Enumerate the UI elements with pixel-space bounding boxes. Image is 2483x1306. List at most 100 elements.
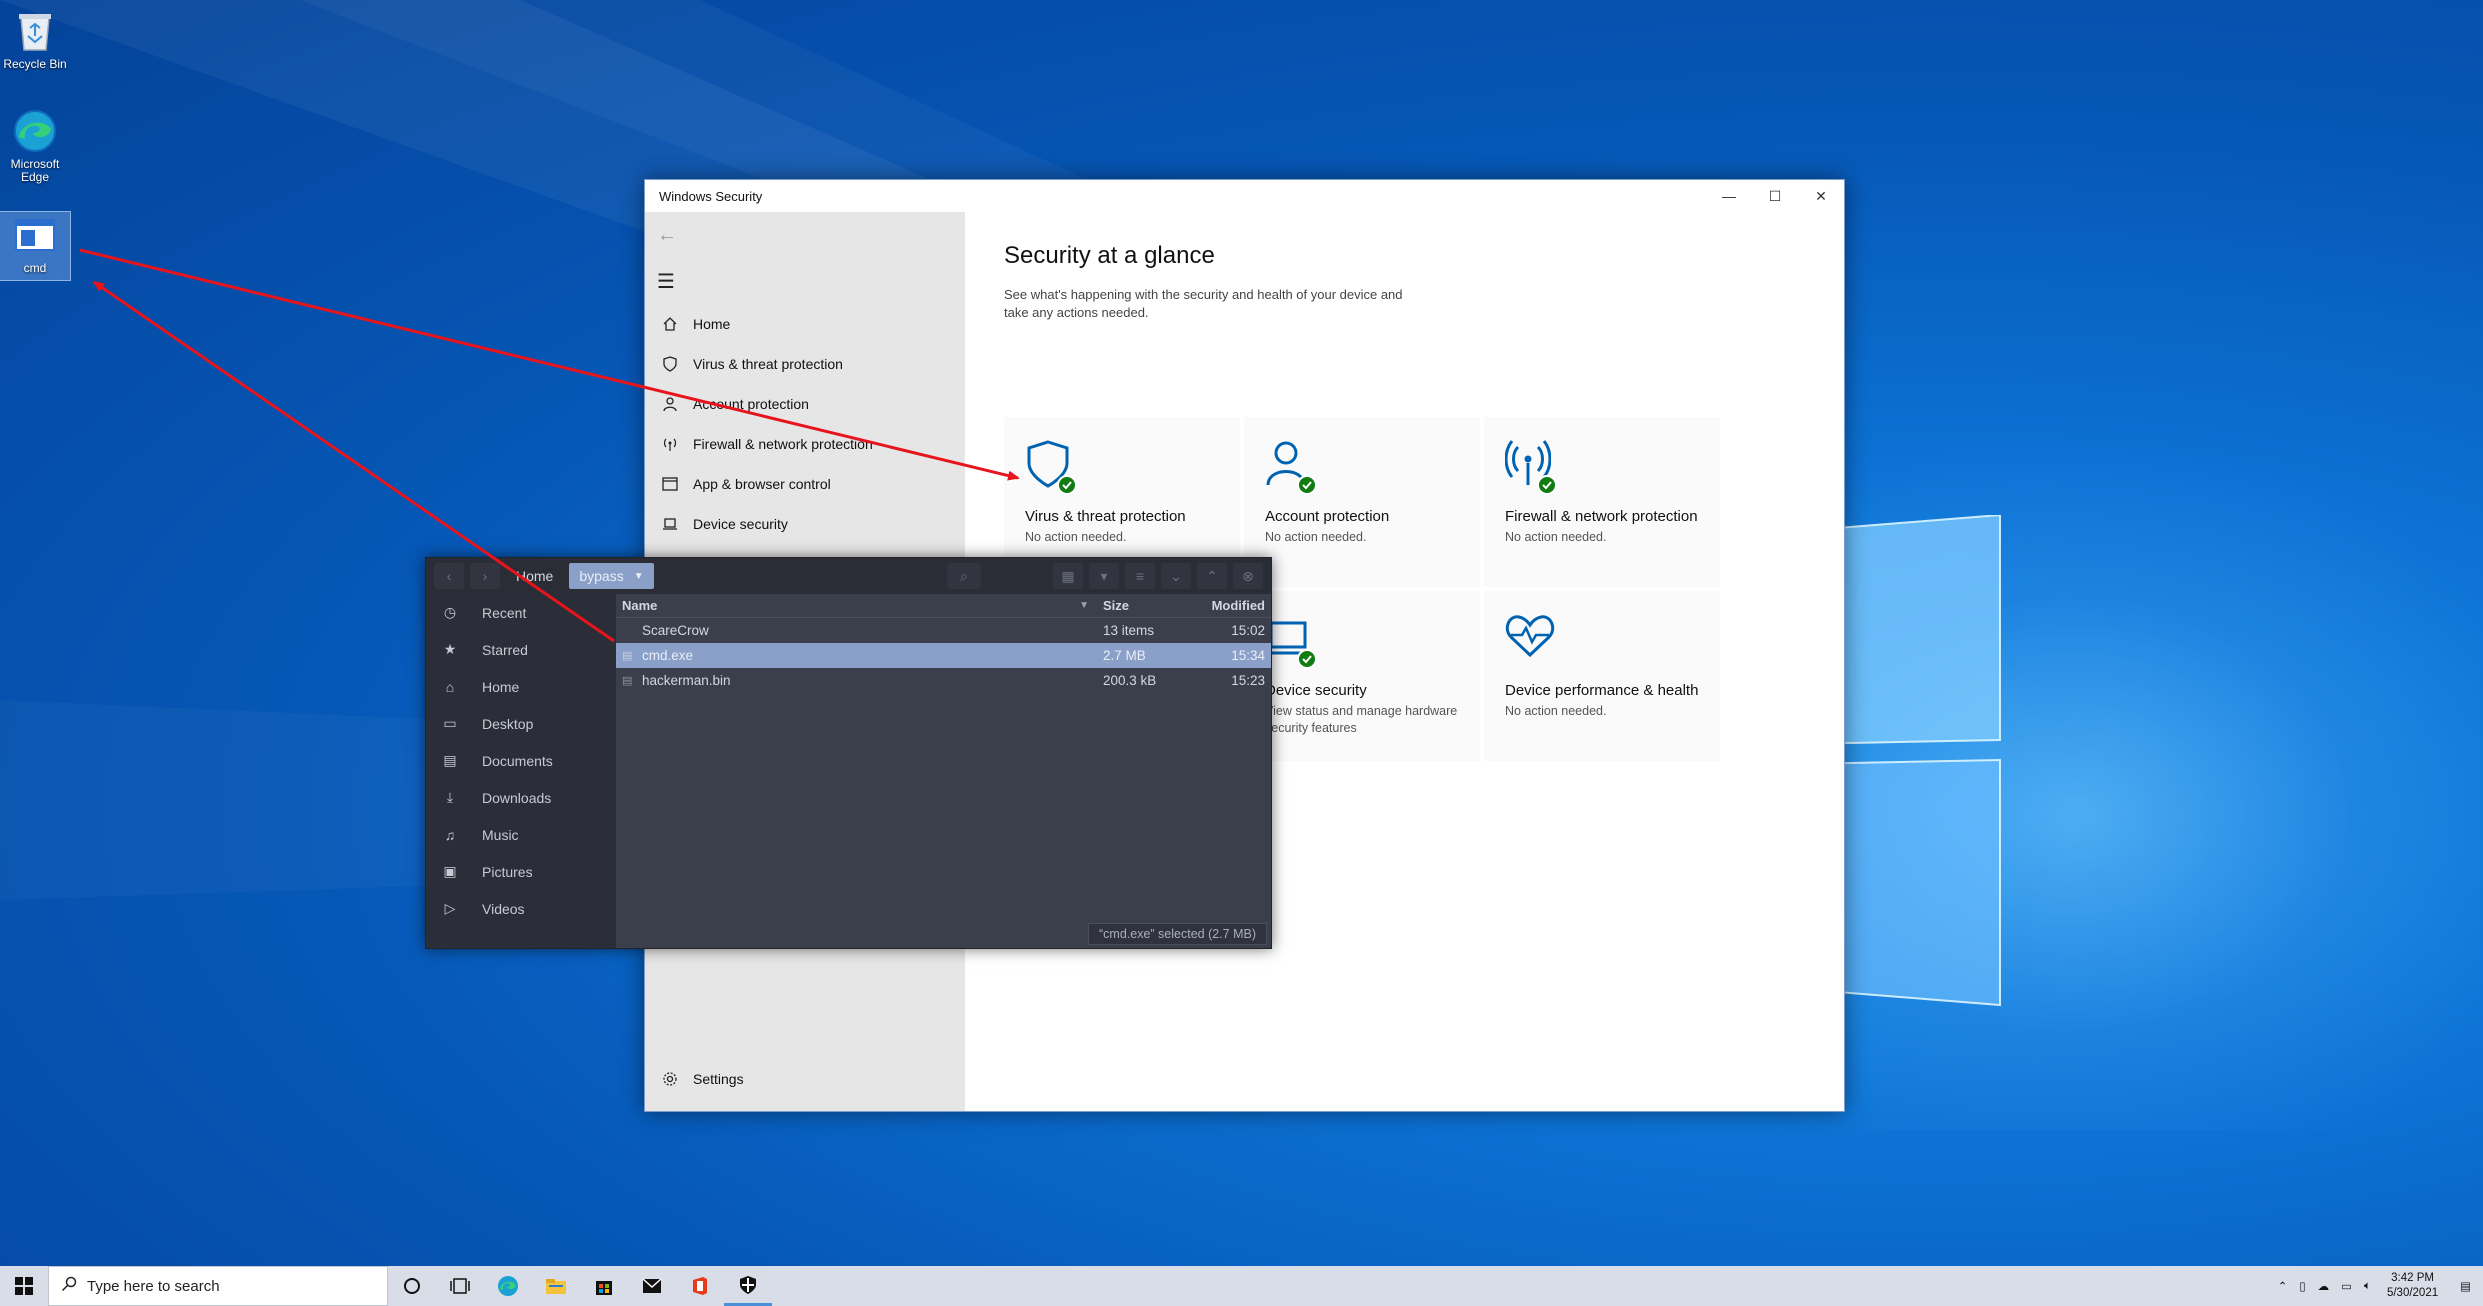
file-list: Name ▼ Size Modified ScareCrow 13 items 1… bbox=[616, 594, 1271, 948]
file-icon: ▤ bbox=[622, 650, 633, 662]
volume-mute-icon[interactable]: 🔈︎ bbox=[2358, 1280, 2377, 1293]
file-row[interactable]: ▤ hackerman.bin 200.3 kB 15:23 bbox=[616, 668, 1271, 693]
edge-icon bbox=[12, 108, 58, 154]
sidebar-label: Pictures bbox=[482, 863, 533, 880]
cortana-icon[interactable] bbox=[388, 1266, 436, 1306]
column-size[interactable]: Size bbox=[1103, 598, 1203, 613]
device-icon[interactable]: ▯ bbox=[2293, 1279, 2311, 1293]
mail-icon[interactable] bbox=[628, 1266, 676, 1306]
breadcrumb-bypass[interactable]: bypass ▼ bbox=[569, 563, 654, 589]
nav-item-account[interactable]: Account protection bbox=[645, 384, 965, 424]
forward-button[interactable]: › bbox=[470, 563, 500, 589]
system-tray: ⌃ ▯ ☁ ▭ 🔈︎ 3:42 PM 5/30/2021 ▤ bbox=[2272, 1266, 2483, 1306]
laptop-icon bbox=[1265, 613, 1321, 673]
store-icon[interactable] bbox=[580, 1266, 628, 1306]
desktop-icon-recycle-bin[interactable]: Recycle Bin bbox=[0, 8, 70, 71]
close-button[interactable]: ✕ bbox=[1798, 180, 1844, 212]
tile-firewall[interactable]: Firewall & network protection No action … bbox=[1484, 417, 1720, 587]
close-icon[interactable]: ⊗ bbox=[1233, 563, 1263, 589]
person-icon bbox=[1265, 439, 1321, 499]
grid-view-icon[interactable]: ▦ bbox=[1053, 563, 1083, 589]
nav-label: Firewall & network protection bbox=[693, 436, 873, 452]
nav-item-home[interactable]: Home bbox=[645, 304, 965, 344]
column-name[interactable]: Name ▼ bbox=[616, 598, 1103, 613]
menu-icon[interactable]: ≡ bbox=[1125, 563, 1155, 589]
title-bar: Windows Security — ☐ ✕ bbox=[645, 180, 1844, 212]
recycle-bin-icon bbox=[12, 8, 58, 54]
file-size: 13 items bbox=[1103, 623, 1155, 638]
sidebar-label: Home bbox=[482, 678, 520, 695]
nav-item-settings[interactable]: Settings bbox=[645, 1059, 744, 1099]
sidebar-item-pictures[interactable]: ▣ Pictures bbox=[426, 853, 616, 890]
checkmark-icon bbox=[1537, 475, 1557, 495]
task-view-icon[interactable] bbox=[436, 1266, 484, 1306]
sidebar-item-desktop[interactable]: ▭ Desktop bbox=[426, 705, 616, 742]
nav-item-device-security[interactable]: Device security bbox=[645, 504, 965, 544]
column-modified[interactable]: Modified bbox=[1203, 598, 1271, 613]
tile-status: No action needed. bbox=[1025, 530, 1127, 544]
sidebar-item-videos[interactable]: ▷ Videos bbox=[426, 890, 616, 927]
sidebar-item-starred[interactable]: ★ Starred bbox=[426, 631, 616, 668]
sidebar-item-home[interactable]: ⌂ Home bbox=[426, 668, 616, 705]
minimize-button[interactable]: — bbox=[1706, 180, 1752, 212]
chevron-down-icon[interactable]: ⌄ bbox=[1161, 563, 1191, 589]
file-row[interactable]: ScareCrow 13 items 15:02 bbox=[616, 618, 1271, 643]
file-list-header: Name ▼ Size Modified bbox=[616, 594, 1271, 618]
desktop-icon-microsoft-edge[interactable]: Microsoft Edge bbox=[0, 108, 70, 184]
nav-item-virus-threat[interactable]: Virus & threat protection bbox=[645, 344, 965, 384]
tile-account-protection[interactable]: Account protection No action needed. bbox=[1244, 417, 1480, 587]
clock-icon: ◷ bbox=[443, 604, 457, 620]
start-button[interactable] bbox=[0, 1266, 48, 1306]
home-icon: ⌂ bbox=[445, 678, 455, 695]
sidebar-item-music[interactable]: ♫ Music bbox=[426, 816, 616, 853]
tile-title: Virus & threat protection bbox=[1025, 508, 1186, 525]
home-icon bbox=[657, 316, 683, 332]
star-icon: ★ bbox=[443, 641, 457, 657]
chevron-up-icon[interactable]: ⌃ bbox=[1197, 563, 1227, 589]
search-icon[interactable]: ⌕ bbox=[947, 563, 981, 589]
network-icon[interactable]: ▭ bbox=[2335, 1279, 2358, 1293]
nav-item-firewall[interactable]: Firewall & network protection bbox=[645, 424, 965, 464]
gear-icon bbox=[657, 1071, 683, 1087]
checkmark-icon bbox=[1057, 475, 1077, 495]
hamburger-menu-icon[interactable]: ☰ bbox=[645, 258, 965, 304]
edge-icon[interactable] bbox=[484, 1266, 532, 1306]
nav-label: Settings bbox=[693, 1071, 744, 1087]
file-row-selected[interactable]: ▤ cmd.exe 2.7 MB 15:34 bbox=[616, 643, 1271, 668]
office-icon[interactable] bbox=[676, 1266, 724, 1306]
taskbar-search[interactable]: Type here to search bbox=[48, 1266, 388, 1306]
sidebar-item-recent[interactable]: ◷ Recent bbox=[426, 594, 616, 631]
back-button[interactable]: ‹ bbox=[434, 563, 464, 589]
tile-status: No action needed. bbox=[1265, 530, 1367, 544]
tile-status: View status and manage hardware security… bbox=[1265, 704, 1458, 735]
checkmark-icon bbox=[1297, 475, 1317, 495]
chevron-up-icon[interactable]: ⌃ bbox=[2272, 1279, 2294, 1293]
file-explorer-icon[interactable] bbox=[532, 1266, 580, 1306]
tile-device-security[interactable]: Device security View status and manage h… bbox=[1244, 591, 1480, 761]
download-icon: ⤓ bbox=[446, 789, 454, 805]
view-options-chevron-icon[interactable]: ▾ bbox=[1089, 563, 1119, 589]
file-modified: 15:34 bbox=[1231, 648, 1265, 663]
heart-pulse-icon bbox=[1505, 613, 1561, 673]
clock[interactable]: 3:42 PM 5/30/2021 bbox=[2377, 1271, 2448, 1301]
windows-security-taskbar-icon[interactable] bbox=[724, 1266, 772, 1306]
picture-icon: ▣ bbox=[443, 863, 457, 879]
file-name: ScareCrow bbox=[642, 623, 709, 638]
notification-icon[interactable]: ▤ bbox=[2448, 1279, 2483, 1293]
breadcrumb-home[interactable]: Home bbox=[506, 563, 563, 589]
file-size: 2.7 MB bbox=[1103, 648, 1146, 663]
cloud-icon[interactable]: ☁ bbox=[2312, 1279, 2336, 1293]
search-icon bbox=[61, 1276, 77, 1297]
file-manager-sidebar: ◷ Recent ★ Starred ⌂ Home ▭ Desktop ▤ Documen… bbox=[426, 594, 616, 948]
window-title: Windows Security bbox=[659, 188, 763, 204]
maximize-button[interactable]: ☐ bbox=[1752, 180, 1798, 212]
tile-device-performance[interactable]: Device performance & health No action ne… bbox=[1484, 591, 1720, 761]
nav-item-app-browser[interactable]: App & browser control bbox=[645, 464, 965, 504]
sidebar-item-downloads[interactable]: ⤓ Downloads bbox=[426, 779, 616, 816]
sidebar-label: Downloads bbox=[482, 789, 552, 806]
file-manager-header: ‹ › Home bypass ▼ ⌕ ▦ ▾ ≡ ⌄ ⌃ ⊗ bbox=[426, 558, 1271, 594]
sidebar-label: Videos bbox=[482, 900, 525, 917]
sidebar-item-documents[interactable]: ▤ Documents bbox=[426, 742, 616, 779]
desktop-icon-cmd[interactable]: cmd bbox=[0, 211, 71, 281]
back-arrow-icon[interactable]: ← bbox=[645, 212, 965, 258]
